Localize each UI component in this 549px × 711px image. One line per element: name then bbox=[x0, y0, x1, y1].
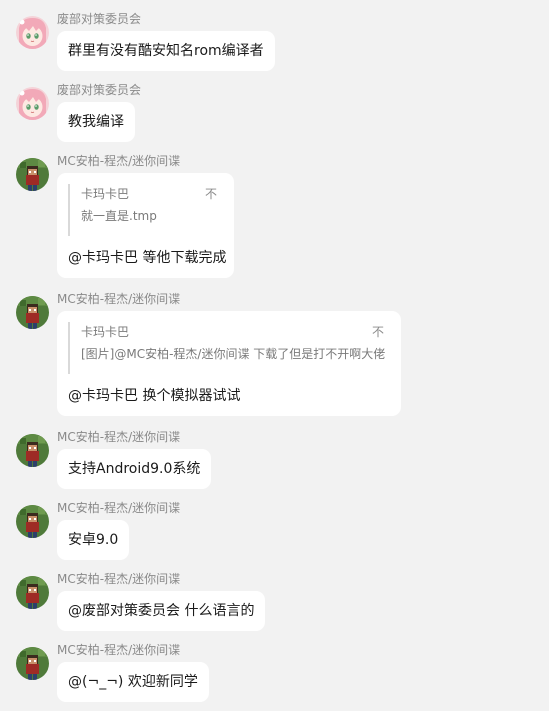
quote-text: 就一直是.tmp bbox=[81, 209, 157, 223]
quote-author: 卡玛卡巴 bbox=[81, 187, 130, 201]
minecraft-character-avatar-icon[interactable] bbox=[16, 576, 49, 609]
sender-name[interactable]: MC安柏-程杰/迷你间谍 bbox=[57, 643, 180, 657]
reply-text: @卡玛卡巴 换个模拟器试试 bbox=[68, 388, 241, 404]
quoted-message[interactable]: 卡玛卡巴 不 就一直是.tmp bbox=[68, 184, 223, 236]
quote-text: [图片]@MC安柏-程杰/迷你间谍 下载了但是打不开啊大佬 bbox=[81, 347, 386, 361]
sender-name[interactable]: MC安柏-程杰/迷你间谍 bbox=[57, 292, 180, 306]
minecraft-character-avatar-icon[interactable] bbox=[16, 158, 49, 191]
minecraft-character-avatar-icon[interactable] bbox=[16, 296, 49, 329]
message-bubble[interactable]: 卡玛卡巴 不 [图片]@MC安柏-程杰/迷你间谍 下载了但是打不开啊大佬 @卡玛… bbox=[57, 311, 401, 416]
sender-name[interactable]: MC安柏-程杰/迷你间谍 bbox=[57, 154, 180, 168]
sender-name[interactable]: 废部对策委员会 bbox=[57, 12, 141, 26]
minecraft-character-avatar-icon[interactable] bbox=[16, 434, 49, 467]
message-bubble[interactable]: 群里有没有酷安知名rom编译者 bbox=[57, 31, 275, 71]
reply-text: @卡玛卡巴 等他下载完成 bbox=[68, 250, 227, 266]
anime-girl-avatar-icon[interactable] bbox=[16, 87, 49, 120]
chat-message-list[interactable]: 废部对策委员会 群里有没有酷安知名rom编译者 废部对策委员会 教我编译 MC安… bbox=[0, 0, 549, 711]
message-bubble[interactable]: @(¬_¬) 欢迎新同学 bbox=[57, 662, 209, 702]
quoted-message[interactable]: 卡玛卡巴 不 [图片]@MC安柏-程杰/迷你间谍 下载了但是打不开啊大佬 bbox=[68, 322, 390, 374]
quote-mark: 不 bbox=[205, 187, 218, 201]
minecraft-character-avatar-icon[interactable] bbox=[16, 505, 49, 538]
quote-author: 卡玛卡巴 bbox=[81, 325, 130, 339]
anime-girl-avatar-icon[interactable] bbox=[16, 16, 49, 49]
sender-name[interactable]: 废部对策委员会 bbox=[57, 83, 141, 97]
message-bubble[interactable]: 安卓9.0 bbox=[57, 520, 130, 560]
quote-mark: 不 bbox=[372, 325, 385, 339]
message-bubble[interactable]: 卡玛卡巴 不 就一直是.tmp @卡玛卡巴 等他下载完成 bbox=[57, 173, 234, 278]
sender-name[interactable]: MC安柏-程杰/迷你间谍 bbox=[57, 501, 180, 515]
message-bubble[interactable]: @废部对策委员会 什么语言的 bbox=[57, 591, 266, 631]
message-bubble[interactable]: 教我编译 bbox=[57, 102, 135, 142]
sender-name[interactable]: MC安柏-程杰/迷你间谍 bbox=[57, 572, 180, 586]
message-bubble[interactable]: 支持Android9.0系统 bbox=[57, 449, 212, 489]
sender-name[interactable]: MC安柏-程杰/迷你间谍 bbox=[57, 430, 180, 444]
minecraft-character-avatar-icon[interactable] bbox=[16, 647, 49, 680]
